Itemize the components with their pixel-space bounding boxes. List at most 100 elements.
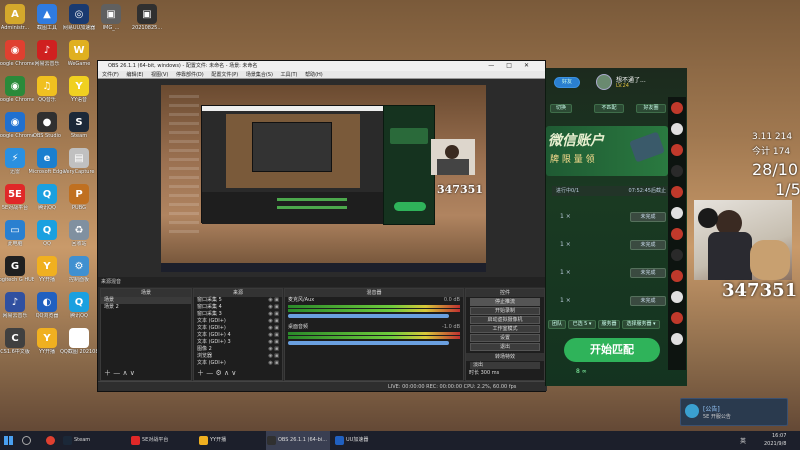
taskbar-app-button[interactable]: Steam (62, 431, 126, 450)
visibility-eye-icon[interactable]: ◉ ▣ (268, 304, 279, 311)
desktop-icon[interactable]: ▣ IMG_... (92, 4, 130, 31)
notification-toast[interactable]: [公告] 5E 开服公告 (680, 398, 788, 426)
taskbar-app-button[interactable]: YY开播 (198, 431, 262, 450)
visibility-eye-icon[interactable]: ◉ ▣ (268, 353, 279, 360)
source-item[interactable]: 浏览器 ◉ ▣ (194, 353, 282, 360)
menu-profile[interactable]: 配置文件(P) (211, 72, 238, 78)
source-item[interactable]: 文本 (GDI+) ◉ ▣ (194, 360, 282, 367)
menu-edit[interactable]: 编辑(E) (126, 72, 143, 78)
taskbar-app-button[interactable]: 5E对战平台 (130, 431, 194, 450)
maximize-icon[interactable]: □ (506, 62, 524, 69)
menu-help[interactable]: 帮助(H) (305, 72, 323, 78)
side-avatar[interactable] (671, 186, 683, 198)
side-avatar[interactable] (671, 270, 683, 282)
source-item[interactable]: 文本 (GDI+) 3 ◉ ▣ (194, 339, 282, 346)
source-item[interactable]: 窗口采集 3 ◉ ▣ (194, 311, 282, 318)
source-item[interactable]: 图像 2 ◉ ▣ (194, 346, 282, 353)
menu-scene-collection[interactable]: 场景集合(S) (246, 72, 273, 78)
visibility-eye-icon[interactable]: ◉ ▣ (268, 325, 279, 332)
start-recording-button[interactable]: 开始录制 (470, 307, 540, 315)
exit-button[interactable]: 退出 (470, 343, 540, 351)
task-status-button[interactable]: 未完成 (630, 240, 666, 250)
server-select-dropdown[interactable]: 选择服务器 ▾ (622, 320, 660, 329)
source-item[interactable]: 窗口采集 4 ◉ ▣ (194, 304, 282, 311)
visibility-eye-icon[interactable]: ◉ ▣ (268, 339, 279, 346)
moments-button[interactable]: 好友圈 (636, 104, 666, 113)
menu-docks[interactable]: 停靠部件(D) (176, 72, 204, 78)
side-avatar[interactable] (671, 102, 683, 114)
desktop-icon[interactable]: ♻ 回收站 (60, 220, 98, 247)
taskbar-app-button[interactable]: UU加速器 (334, 431, 398, 450)
source-item[interactable]: 窗口采集 5 ◉ ▣ (194, 297, 282, 304)
team-mode-button[interactable]: 团队 (548, 320, 566, 329)
server-button[interactable]: 服务器 (598, 320, 620, 329)
obs-window[interactable]: OBS 26.1.1 (64-bit, windows) - 配置文件: 未命名… (97, 60, 547, 392)
desktop-icon[interactable]: ▤ VeryCapture (60, 148, 98, 175)
source-toolbar[interactable]: ＋ — ⚙ ∧ ∨ (197, 368, 236, 378)
settings-button[interactable]: 设置 (470, 334, 540, 342)
side-avatar[interactable] (671, 312, 683, 324)
desktop-icon[interactable]: Y YY语音 (60, 76, 98, 103)
chrome-taskbar-icon[interactable] (46, 436, 55, 445)
obs-title-bar[interactable]: OBS 26.1.1 (64-bit, windows) - 配置文件: 未命名… (98, 61, 545, 71)
transition-select[interactable]: 淡出 (470, 362, 540, 369)
stop-streaming-button[interactable]: 停止推流 (470, 298, 540, 306)
friends-button[interactable]: 好友 (554, 77, 580, 88)
desktop-icon[interactable]: Q 腾讯QQ (60, 292, 98, 319)
close-icon[interactable]: ✕ (524, 62, 541, 69)
task-status-button[interactable]: 未完成 (630, 212, 666, 222)
studio-mode-button[interactable]: 工作室模式 (470, 325, 540, 333)
visibility-eye-icon[interactable]: ◉ ▣ (268, 297, 279, 304)
desktop-icon[interactable]: QQ截图 20210822... (60, 328, 98, 355)
minimize-icon[interactable]: — (488, 62, 506, 69)
menu-file[interactable]: 文件(F) (102, 72, 119, 78)
volume-slider[interactable] (288, 341, 449, 345)
taskbar-app-button[interactable]: OBS 26.1.1 (64-bi... (266, 431, 330, 450)
scene-item[interactable]: 场景 (101, 297, 191, 304)
visibility-eye-icon[interactable]: ◉ ▣ (268, 346, 279, 353)
obs-preview-canvas[interactable]: 347351 (161, 85, 486, 272)
scene-toolbar[interactable]: ＋ — ∧ ∨ (104, 368, 135, 378)
game-client-panel[interactable]: 好友 想不通了... LV.24 切换 不匹配 好友圈 微信账户 牌 限 量 领… (545, 68, 687, 386)
promo-banner[interactable]: 微信账户 牌 限 量 领 (546, 126, 668, 176)
desktop-icon[interactable]: S Steam (60, 112, 98, 139)
no-match-button[interactable]: 不匹配 (594, 104, 624, 113)
task-status-button[interactable]: 未完成 (630, 296, 666, 306)
clock-time[interactable]: 16:07 (772, 433, 786, 439)
task-status-button[interactable]: 未完成 (630, 268, 666, 278)
source-item[interactable]: 文本 (GDI+) 4 ◉ ▣ (194, 332, 282, 339)
side-avatar[interactable] (671, 165, 683, 177)
side-avatar[interactable] (671, 291, 683, 303)
desktop-icon[interactable]: P PUBG (60, 184, 98, 211)
menu-tools[interactable]: 工具(T) (281, 72, 298, 78)
source-item[interactable]: 文本 (GDI+) ◉ ▣ (194, 325, 282, 332)
side-avatar[interactable] (671, 333, 683, 345)
avatar[interactable] (596, 74, 612, 90)
desktop-icon[interactable]: ⚙ 控制面板 (60, 256, 98, 283)
side-avatar[interactable] (671, 123, 683, 135)
side-avatar[interactable] (671, 228, 683, 240)
visibility-eye-icon[interactable]: ◉ ▣ (268, 318, 279, 325)
selected-dropdown[interactable]: 已选 5 ▾ (568, 320, 596, 329)
side-avatar[interactable] (671, 249, 683, 261)
transition-duration[interactable]: 时长 300 ms (466, 370, 544, 377)
visibility-eye-icon[interactable]: ◉ ▣ (268, 311, 279, 318)
source-item[interactable]: 文本 (GDI+) ◉ ▣ (194, 318, 282, 325)
volume-slider[interactable] (288, 314, 449, 318)
visibility-eye-icon[interactable]: ◉ ▣ (268, 332, 279, 339)
desktop-icon[interactable]: ▣ 20210825... (128, 4, 166, 31)
window-controls[interactable]: —□✕ (488, 61, 541, 71)
virtual-camera-button[interactable]: 启动虚拟摄像机 (470, 316, 540, 324)
switch-button[interactable]: 切换 (550, 104, 572, 113)
dock-tab[interactable]: 来源混音 (98, 277, 547, 287)
desktop-icon[interactable]: W WeGame (60, 40, 98, 67)
side-avatar[interactable] (671, 207, 683, 219)
ime-indicator[interactable]: 英 (740, 436, 746, 445)
scene-item[interactable]: 场景 2 (101, 304, 191, 311)
start-icon[interactable] (4, 436, 13, 445)
start-match-button[interactable]: 开始匹配 (564, 338, 660, 362)
clock-date[interactable]: 2021/9/8 (764, 441, 786, 447)
visibility-eye-icon[interactable]: ◉ ▣ (268, 360, 279, 367)
search-icon[interactable] (22, 436, 31, 445)
menu-view[interactable]: 视图(V) (151, 72, 168, 78)
